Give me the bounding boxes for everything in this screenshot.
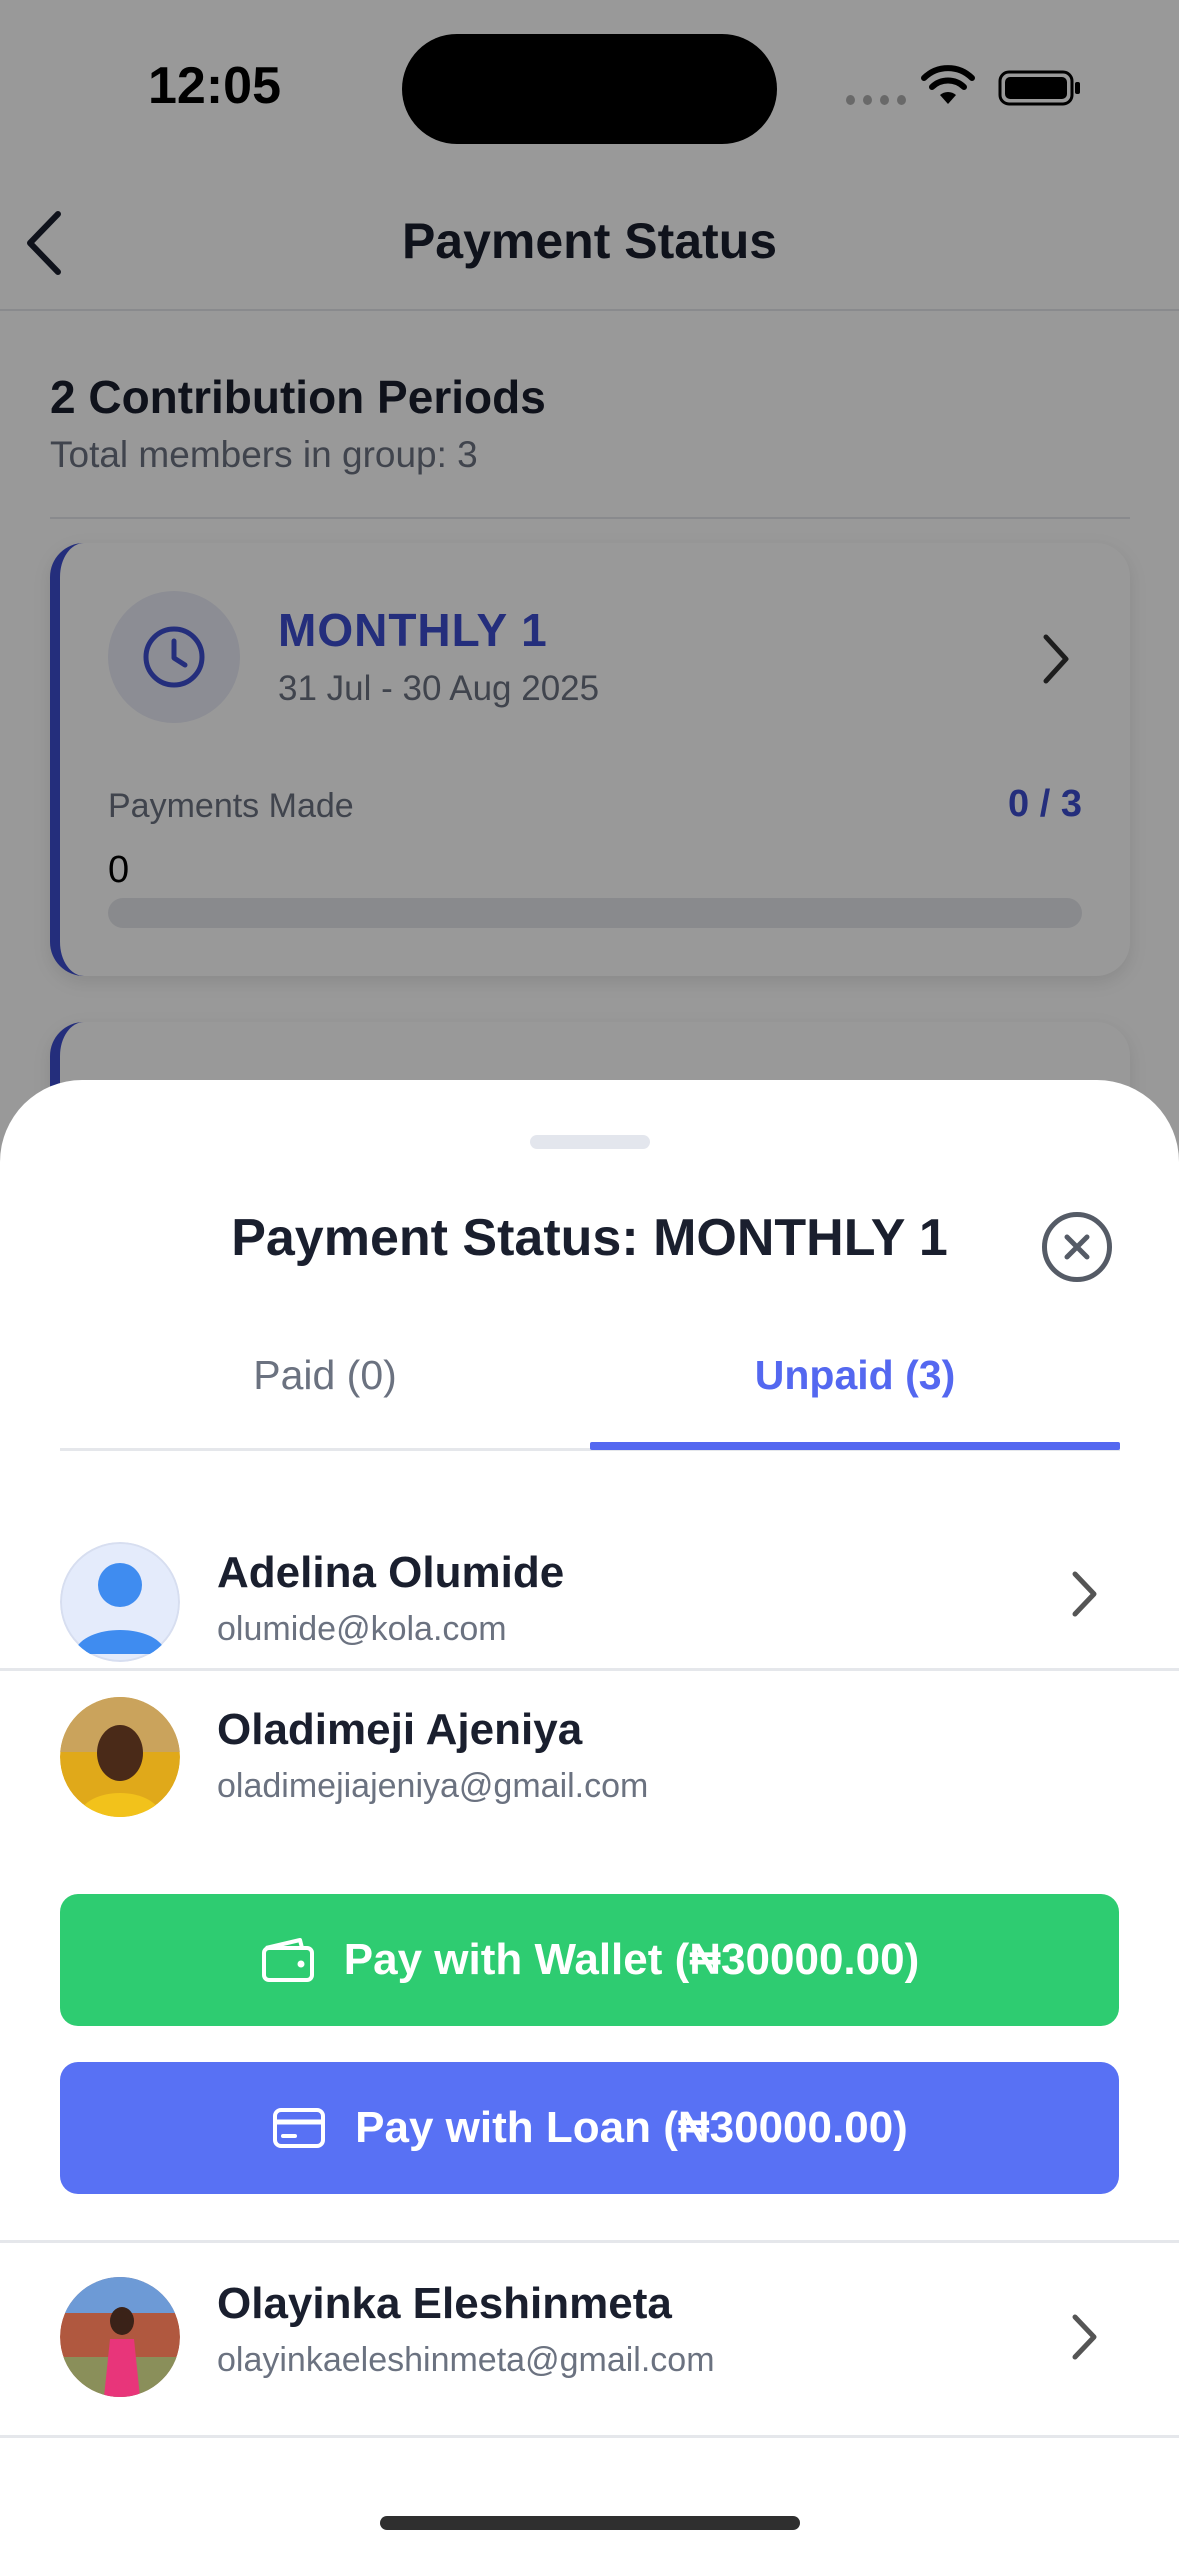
member-email: olayinkaeleshinmeta@gmail.com bbox=[217, 2341, 715, 2379]
close-icon bbox=[1064, 1234, 1090, 1260]
tab-active-indicator bbox=[590, 1442, 1120, 1450]
credit-card-icon bbox=[271, 2100, 327, 2156]
member-photo bbox=[60, 2277, 180, 2397]
chevron-right-icon bbox=[1072, 1571, 1097, 1617]
member-email: olumide@kola.com bbox=[217, 1610, 507, 1648]
default-avatar-icon bbox=[60, 1542, 180, 1662]
member-row[interactable]: Adelina Olumide olumide@kola.com bbox=[0, 1512, 1179, 1672]
pay-with-loan-label: Pay with Loan (₦30000.00) bbox=[355, 2103, 908, 2152]
member-row[interactable]: Olayinka Eleshinmeta olayinkaeleshinmeta… bbox=[0, 2243, 1179, 2397]
wallet-icon bbox=[260, 1932, 316, 1988]
row-divider bbox=[0, 2435, 1179, 2438]
avatar bbox=[60, 1697, 180, 1817]
sheet-grabber[interactable] bbox=[530, 1135, 650, 1149]
pay-with-loan-button[interactable]: Pay with Loan (₦30000.00) bbox=[60, 2062, 1119, 2194]
pay-with-wallet-label: Pay with Wallet (₦30000.00) bbox=[343, 1935, 920, 1984]
sheet-title: Payment Status: MONTHLY 1 bbox=[231, 1209, 948, 1267]
tab-paid[interactable]: Paid (0) bbox=[60, 1352, 590, 1399]
home-indicator bbox=[380, 2516, 800, 2530]
screen: 12:05 Payment Status 2 Contribution Peri… bbox=[0, 0, 1179, 2556]
avatar bbox=[60, 1542, 180, 1662]
member-name: Oladimeji Ajeniya bbox=[217, 1705, 583, 1754]
tab-unpaid[interactable]: Unpaid (3) bbox=[590, 1352, 1120, 1399]
pay-with-wallet-button[interactable]: Pay with Wallet (₦30000.00) bbox=[60, 1894, 1119, 2026]
member-photo bbox=[60, 1697, 180, 1817]
close-button[interactable] bbox=[1042, 1212, 1112, 1282]
member-row-expanded[interactable]: Oladimeji Ajeniya oladimejiajeniya@gmail… bbox=[0, 1671, 1179, 1821]
member-name: Adelina Olumide bbox=[217, 1548, 565, 1597]
member-email: oladimejiajeniya@gmail.com bbox=[217, 1767, 649, 1805]
avatar bbox=[60, 2277, 180, 2397]
member-name: Olayinka Eleshinmeta bbox=[217, 2279, 672, 2328]
payment-status-sheet: Payment Status: MONTHLY 1 Paid (0) Unpai… bbox=[0, 1080, 1179, 2556]
chevron-right-icon bbox=[1072, 2314, 1097, 2360]
